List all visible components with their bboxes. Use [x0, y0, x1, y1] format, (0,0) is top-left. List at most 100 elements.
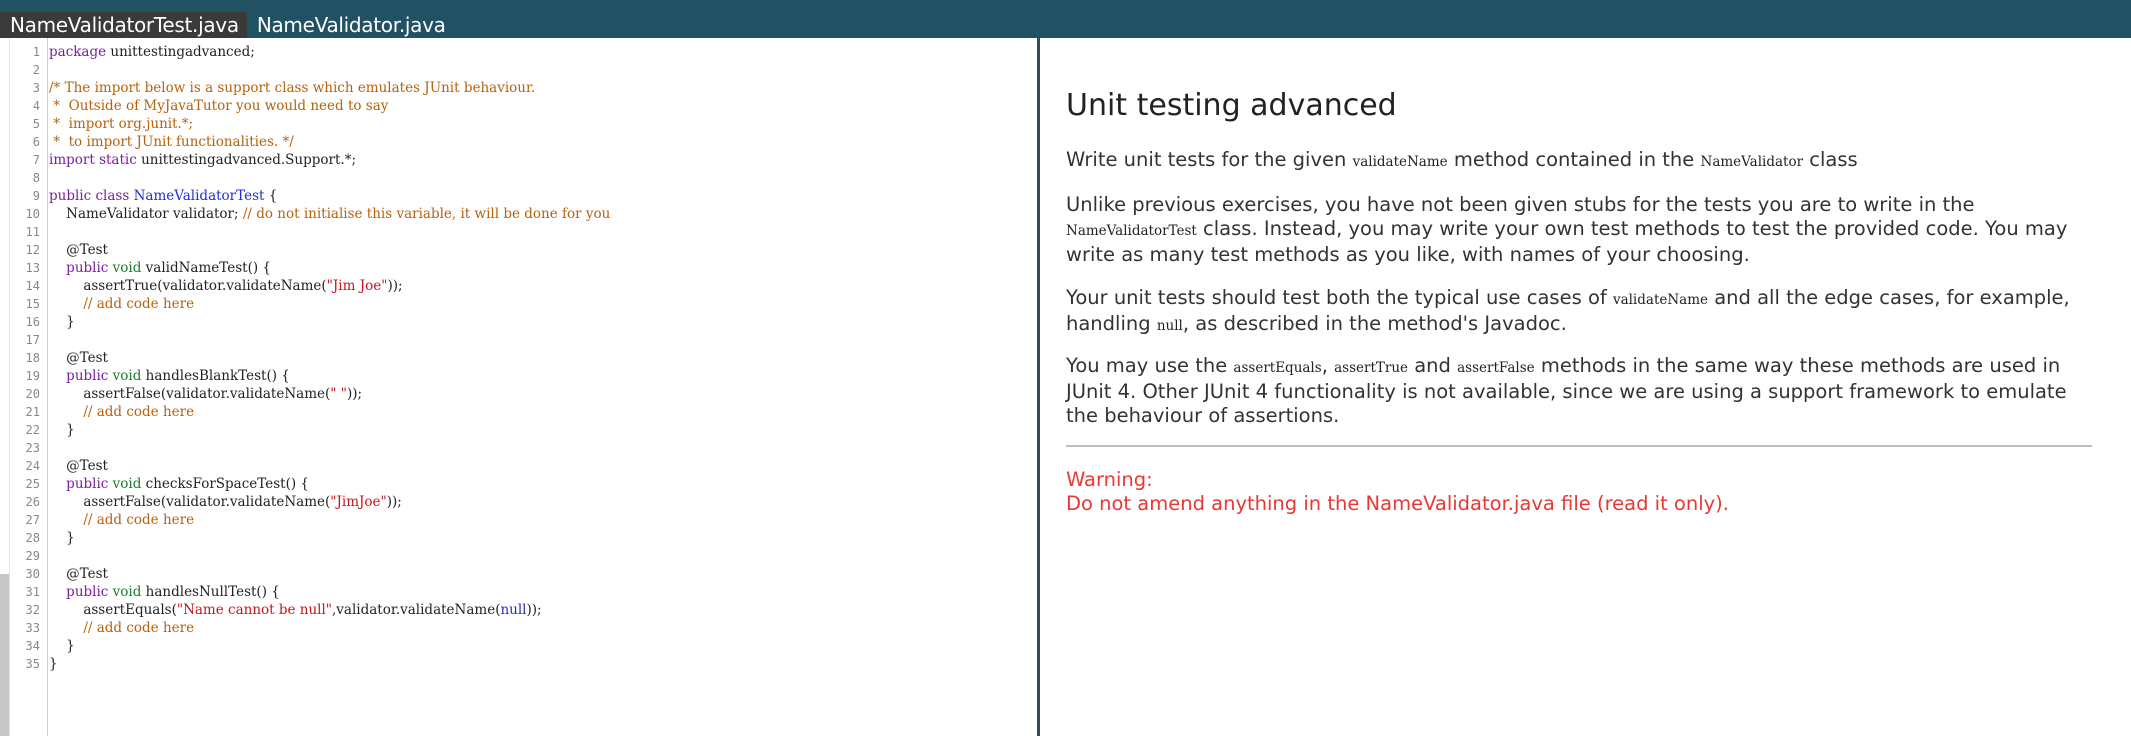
code-line-content[interactable]: * Outside of MyJavaTutor you would need … [44, 97, 388, 115]
code-line[interactable]: 34 } [10, 637, 1030, 655]
code-line[interactable]: 14 assertTrue(validator.validateName("Ji… [10, 277, 1030, 295]
code-line-content[interactable]: * import org.junit.*; [44, 115, 193, 133]
line-number: 21 [25, 405, 40, 419]
code-line-content[interactable]: } [44, 529, 75, 547]
code-line-content[interactable]: public void checksForSpaceTest() { [44, 475, 309, 493]
code-line[interactable]: 4 * Outside of MyJavaTutor you would nee… [10, 97, 1030, 115]
code-line[interactable]: 19 public void handlesBlankTest() { [10, 367, 1030, 385]
line-number: 27 [25, 513, 40, 527]
code-line[interactable]: 12 @Test [10, 241, 1030, 259]
code-line[interactable]: 6 * to import JUnit functionalities. */ [10, 133, 1030, 151]
text: class [1803, 148, 1858, 171]
code-line-content[interactable]: assertFalse(validator.validateName("JimJ… [44, 493, 402, 511]
line-number: 34 [25, 639, 40, 653]
code-line-content[interactable]: NameValidator validator; // do not initi… [44, 205, 610, 223]
code-line[interactable]: 16 } [10, 313, 1030, 331]
code-line-content[interactable]: } [44, 421, 75, 439]
code-line[interactable]: 30 @Test [10, 565, 1030, 583]
code-line-content[interactable]: public void handlesNullTest() { [44, 583, 280, 601]
code-line[interactable]: 25 public void checksForSpaceTest() { [10, 475, 1030, 493]
line-number: 19 [25, 369, 40, 383]
code-line[interactable]: 27 // add code here [10, 511, 1030, 529]
code-line[interactable]: 28 } [10, 529, 1030, 547]
code-line[interactable]: 26 assertFalse(validator.validateName("J… [10, 493, 1030, 511]
code-line-content[interactable] [44, 169, 49, 187]
section-divider [1066, 445, 2092, 447]
line-number: 33 [25, 621, 40, 635]
line-number: 1 [32, 45, 40, 59]
code-line[interactable]: 31 public void handlesNullTest() { [10, 583, 1030, 601]
line-number: 12 [25, 243, 40, 257]
code-line-content[interactable]: import static unittestingadvanced.Suppor… [44, 151, 356, 169]
code-line-content[interactable]: // add code here [44, 295, 194, 313]
code-line[interactable]: 10 NameValidator validator; // do not in… [10, 205, 1030, 223]
text: method contained in the [1447, 148, 1701, 171]
code-line-content[interactable]: package unittestingadvanced; [44, 43, 255, 61]
code-line-content[interactable]: public void handlesBlankTest() { [44, 367, 290, 385]
code-line[interactable]: 21 // add code here [10, 403, 1030, 421]
code-line[interactable]: 22 } [10, 421, 1030, 439]
code-line-content[interactable]: assertFalse(validator.validateName(" "))… [44, 385, 362, 403]
code-line-content[interactable]: * to import JUnit functionalities. */ [44, 133, 294, 151]
code-line-content[interactable]: @Test [44, 349, 108, 367]
code-line[interactable]: 33 // add code here [10, 619, 1030, 637]
text: Your unit tests should test both the typ… [1066, 286, 1613, 309]
code-line[interactable]: 24 @Test [10, 457, 1030, 475]
code-line-content[interactable]: } [44, 313, 75, 331]
line-number: 14 [25, 279, 40, 293]
code-line[interactable]: 11 [10, 223, 1030, 241]
code-line-content[interactable]: public void validNameTest() { [44, 259, 271, 277]
code-line[interactable]: 7 import static unittestingadvanced.Suppo… [10, 151, 1030, 169]
code-line-content[interactable]: @Test [44, 241, 108, 259]
line-number: 16 [25, 315, 40, 329]
line-number: 35 [25, 657, 40, 671]
code-line[interactable]: 29 [10, 547, 1030, 565]
line-number: 32 [25, 603, 40, 617]
code-line[interactable]: 5 * import org.junit.*; [10, 115, 1030, 133]
code-line[interactable]: 2 [10, 61, 1030, 79]
code-line[interactable]: 8 [10, 169, 1030, 187]
code-line-content[interactable]: /* The import below is a support class w… [44, 79, 535, 97]
tab-namevalidatortest[interactable]: NameValidatorTest.java [0, 12, 247, 38]
line-number: 29 [25, 549, 40, 563]
code-area[interactable]: 1 package unittestingadvanced; 2 3/* The im… [10, 43, 1030, 673]
text: Write unit tests for the given [1066, 148, 1353, 171]
line-number: 24 [25, 459, 40, 473]
code-line-content[interactable]: // add code here [44, 403, 194, 421]
code-line-content[interactable]: } [44, 655, 58, 673]
line-number: 18 [25, 351, 40, 365]
text: and [1408, 354, 1458, 377]
code-line[interactable]: 20 assertFalse(validator.validateName(" … [10, 385, 1030, 403]
code-editor[interactable]: 1 package unittestingadvanced; 2 3/* The im… [0, 38, 1038, 736]
code-line-content[interactable]: assertEquals("Name cannot be null",valid… [44, 601, 541, 619]
code-line[interactable]: 15 // add code here [10, 295, 1030, 313]
code-line[interactable]: 1 package unittestingadvanced; [10, 43, 1030, 61]
code-line[interactable]: 9 public class NameValidatorTest { [10, 187, 1030, 205]
line-number: 22 [25, 423, 40, 437]
code-line-content[interactable] [44, 439, 49, 457]
tab-namevalidator[interactable]: NameValidator.java [247, 12, 454, 38]
code-line-content[interactable]: @Test [44, 565, 108, 583]
code-line[interactable]: 35} [10, 655, 1030, 673]
code-line-content[interactable]: } [44, 637, 75, 655]
code-line[interactable]: 32 assertEquals("Name cannot be null",va… [10, 601, 1030, 619]
editor-scrollbar[interactable] [0, 574, 9, 736]
code-line-content[interactable]: // add code here [44, 619, 194, 637]
code-line[interactable]: 17 [10, 331, 1030, 349]
code-line[interactable]: 13 public void validNameTest() { [10, 259, 1030, 277]
inline-code: NameValidatorTest [1066, 223, 1197, 239]
code-line-content[interactable] [44, 61, 49, 79]
code-line-content[interactable]: assertTrue(validator.validateName("Jim J… [44, 277, 402, 295]
code-line[interactable]: 23 [10, 439, 1030, 457]
code-line[interactable]: 18 @Test [10, 349, 1030, 367]
code-line-content[interactable] [44, 223, 49, 241]
code-line[interactable]: 3 /* The import below is a support class … [10, 79, 1030, 97]
line-number: 6 [32, 135, 40, 149]
code-line-content[interactable]: @Test [44, 457, 108, 475]
code-line-content[interactable]: public class NameValidatorTest { [44, 187, 277, 205]
line-number: 4 [32, 99, 40, 113]
code-line-content[interactable] [44, 547, 49, 565]
pane-divider[interactable] [1037, 38, 1040, 736]
code-line-content[interactable] [44, 331, 49, 349]
code-line-content[interactable]: // add code here [44, 511, 194, 529]
